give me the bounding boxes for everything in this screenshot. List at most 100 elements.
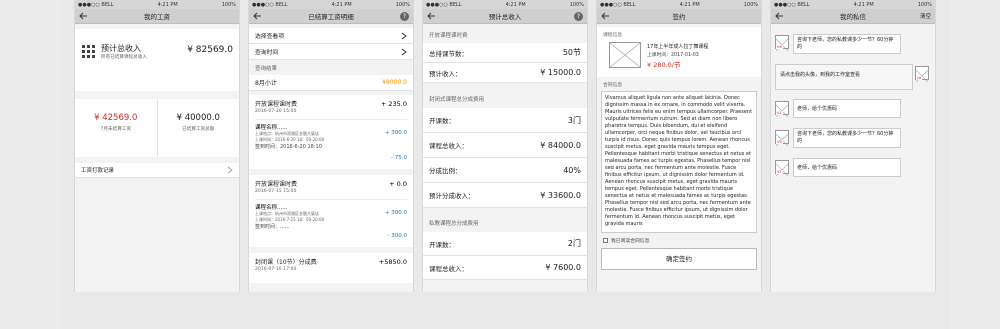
total-lessons-label: 总排课节数： — [429, 49, 468, 58]
month-subtotal-row: 8月小计 ¥8000.0 — [249, 75, 413, 91]
chevron-right-icon — [401, 32, 407, 39]
agree-label: 我已阅读合同信息 — [611, 239, 650, 244]
private-total-value: ¥ 7600.0 — [545, 263, 581, 272]
level-badge: V1 — [776, 170, 783, 174]
status-bar: ●●●○○ BELL 4:21 PM 100% — [75, 0, 239, 9]
grid-icon — [82, 45, 95, 58]
course-name: 17年上半年成人拉丁舞课程 — [647, 44, 709, 50]
back-arrow-icon — [78, 12, 87, 20]
open-course-section: 开放课程课时费 — [429, 33, 468, 39]
nav-bar: 已结算工资明细 ? — [249, 9, 413, 24]
message-bubble[interactable]: 老师，给个优惠码 — [793, 99, 901, 118]
settled-label: 已结算工资总额 — [182, 127, 215, 132]
card-date: 2016-07-20 15:00 — [255, 109, 297, 114]
detail-card[interactable]: 开放课程课时费 + 0.0 2016-07-15 15:00 课程名称.....… — [249, 175, 413, 247]
confirm-sign-button[interactable]: 确定签约 — [601, 248, 757, 270]
battery-label: 100% — [569, 1, 584, 8]
private-total-row: 课程总收入： ¥ 7600.0 — [423, 256, 587, 280]
agree-row[interactable]: 我已阅读合同信息 — [597, 233, 761, 248]
back-arrow-icon — [426, 12, 435, 20]
help-icon[interactable]: ? — [574, 12, 583, 21]
card-minus: - 300.0 — [387, 233, 407, 239]
message-bubble[interactable]: 老师，给个优惠码 — [793, 158, 901, 177]
card-date: 2016-07-10 17:00 — [255, 267, 297, 272]
card-sign: 签到时间：2016-6-20 18:10 — [255, 144, 322, 150]
closed-course-section: 封闭式课程总分成费用 — [429, 97, 485, 103]
back-arrow-icon — [252, 12, 261, 20]
avatar[interactable]: V6 — [775, 130, 789, 147]
avatar[interactable]: L6 — [915, 66, 929, 83]
carrier-label: ●●●○○ BELL — [600, 1, 636, 8]
level-badge: L6 — [916, 76, 923, 80]
time-label: 4:21 PM — [157, 1, 178, 8]
closed-share-row: 预计分成收入： ¥ 33600.0 — [423, 183, 587, 208]
settled-value: ¥ 40000.0 — [176, 113, 220, 123]
total-income-sub: 所有已结算课程总收入 — [101, 55, 147, 60]
status-bar: ●●●○○ BELL 4:21 PM 100% — [249, 0, 413, 9]
nav-bar: 签约 — [597, 9, 761, 24]
message-bubble-right[interactable]: 请点击我的头像，到我的工作室查看 — [775, 64, 913, 90]
stage: ●●●○○ BELL 4:21 PM 100% 我的工资 预计总收入 所有已结算… — [60, 0, 950, 329]
private-count-label: 开课数： — [429, 240, 455, 249]
total-lessons-value: 50节 — [562, 48, 581, 57]
back-button[interactable] — [771, 9, 786, 24]
course-price: ¥ 280.0/节 — [647, 61, 681, 69]
screen-sign-contract: ●●●○○ BELL 4:21 PM 100% 签约 课程信息 17年上半年成人… — [596, 0, 762, 292]
unsettled-label: 7月未结算工资 — [100, 127, 132, 132]
open-income-label: 预计收入： — [429, 69, 462, 78]
unsettled-block: ¥ 42569.0 7月未结算工资 — [75, 99, 158, 157]
carrier-label: ●●●○○ BELL — [774, 1, 810, 8]
total-income-label: 预计总收入 — [101, 44, 141, 53]
detail-card[interactable]: 封闭课（10节）分成费 +5850.0 2016-07-10 17:00 — [249, 253, 413, 283]
page-title: 已结算工资明细 — [308, 13, 354, 21]
screen-my-messages: ●●●○○ BELL 4:21 PM 100% 我的私信 清空 V6 咨询下老师… — [770, 0, 936, 292]
battery-label: 100% — [917, 1, 932, 8]
contract-label: 合同信息 — [603, 83, 623, 88]
back-button[interactable] — [249, 9, 264, 24]
level-badge: V6 — [776, 45, 783, 49]
closed-count-value: 3门 — [567, 115, 581, 125]
level-badge: V6 — [776, 140, 783, 144]
nav-bar: 我的工资 — [75, 9, 239, 24]
agree-checkbox[interactable] — [603, 238, 608, 243]
filter-select-row[interactable]: 选择查看项 — [249, 28, 413, 44]
back-arrow-icon — [774, 12, 783, 20]
unsettled-value: ¥ 42569.0 — [94, 113, 138, 123]
query-time-row[interactable]: 查询时间 — [249, 44, 413, 60]
closed-share-label: 预计分成收入： — [429, 192, 475, 200]
nav-bar: 预计总收入 ? — [423, 9, 587, 24]
detail-card[interactable]: 开放课程课时费 + 235.0 2016-07-20 15:00 课程名称...… — [249, 95, 413, 169]
message-bubble[interactable]: 咨询下老师，您的私教课多少一节？60分钟的 — [793, 34, 901, 54]
ratio-label: 分成比例： — [429, 167, 462, 175]
month-value: ¥8000.0 — [382, 79, 407, 86]
private-total-label: 课程总收入： — [429, 264, 468, 273]
settled-block[interactable]: ¥ 40000.0 已结算工资总额 — [158, 99, 240, 157]
contract-text[interactable]: Vivamus aliquet ligula non ante aliquet … — [601, 91, 757, 233]
filter-label: 选择查看项 — [255, 34, 284, 40]
payment-records-row[interactable]: 工资打款记录 — [75, 163, 239, 178]
status-bar: ●●●○○ BELL 4:21 PM 100% — [771, 0, 935, 9]
back-button[interactable] — [75, 9, 90, 24]
avatar[interactable]: V1 — [775, 160, 789, 177]
total-income-card[interactable]: 预计总收入 所有已结算课程总收入 ¥ 82569.0 — [75, 29, 239, 91]
time-label: 4:21 PM — [331, 1, 352, 8]
help-icon[interactable]: ? — [400, 12, 409, 21]
card-plus: + 300.0 — [384, 210, 407, 216]
time-label: 4:21 PM — [505, 1, 526, 8]
message-bubble[interactable]: 咨询下老师，您的私教课多少一节？60分钟的 — [793, 128, 901, 148]
battery-label: 100% — [743, 1, 758, 8]
closed-share-value: ¥ 33600.0 — [540, 190, 581, 200]
level-badge: V1 — [776, 111, 783, 115]
avatar[interactable]: V6 — [775, 35, 789, 52]
back-button[interactable] — [597, 9, 612, 24]
chevron-right-icon — [227, 166, 233, 174]
open-income-value: ¥ 15000.0 — [540, 68, 581, 77]
image-placeholder-icon — [609, 42, 641, 68]
closed-total-label: 课程总收入： — [429, 142, 468, 150]
closed-count-row: 开课数： 3门 — [423, 108, 587, 133]
avatar[interactable]: V1 — [775, 101, 789, 118]
time-label: 4:21 PM — [853, 1, 874, 8]
screen-settled-detail: ●●●○○ BELL 4:21 PM 100% 已结算工资明细 ? 选择查看项 … — [248, 0, 414, 292]
clear-button[interactable]: 清空 — [920, 12, 931, 20]
back-button[interactable] — [423, 9, 438, 24]
